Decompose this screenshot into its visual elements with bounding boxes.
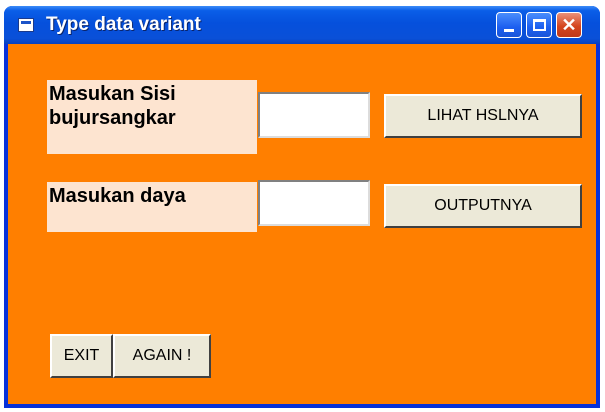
minimize-icon: [504, 29, 514, 32]
app-window: Type data variant ✕ Masukan Sisi bujursa…: [4, 6, 600, 408]
maximize-button[interactable]: [526, 12, 552, 38]
form-client-area: Masukan Sisi bujursangkar LIHAT HSLNYA M…: [8, 44, 596, 404]
sisi-input[interactable]: [258, 92, 370, 138]
close-icon: ✕: [561, 15, 577, 35]
title-bar[interactable]: Type data variant ✕: [4, 6, 600, 44]
daya-input[interactable]: [258, 180, 370, 226]
lihat-hasil-button[interactable]: LIHAT HSLNYA: [384, 94, 582, 138]
daya-label: Masukan daya: [47, 182, 257, 232]
maximize-icon: [532, 19, 546, 31]
exit-button[interactable]: EXIT: [50, 334, 113, 378]
again-button[interactable]: AGAIN !: [113, 334, 211, 378]
sisi-label: Masukan Sisi bujursangkar: [47, 80, 257, 154]
minimize-button[interactable]: [496, 12, 522, 38]
close-button[interactable]: ✕: [556, 12, 582, 38]
output-button[interactable]: OUTPUTNYA: [384, 184, 582, 228]
window-title: Type data variant: [46, 14, 201, 35]
form-icon[interactable]: [18, 18, 34, 32]
